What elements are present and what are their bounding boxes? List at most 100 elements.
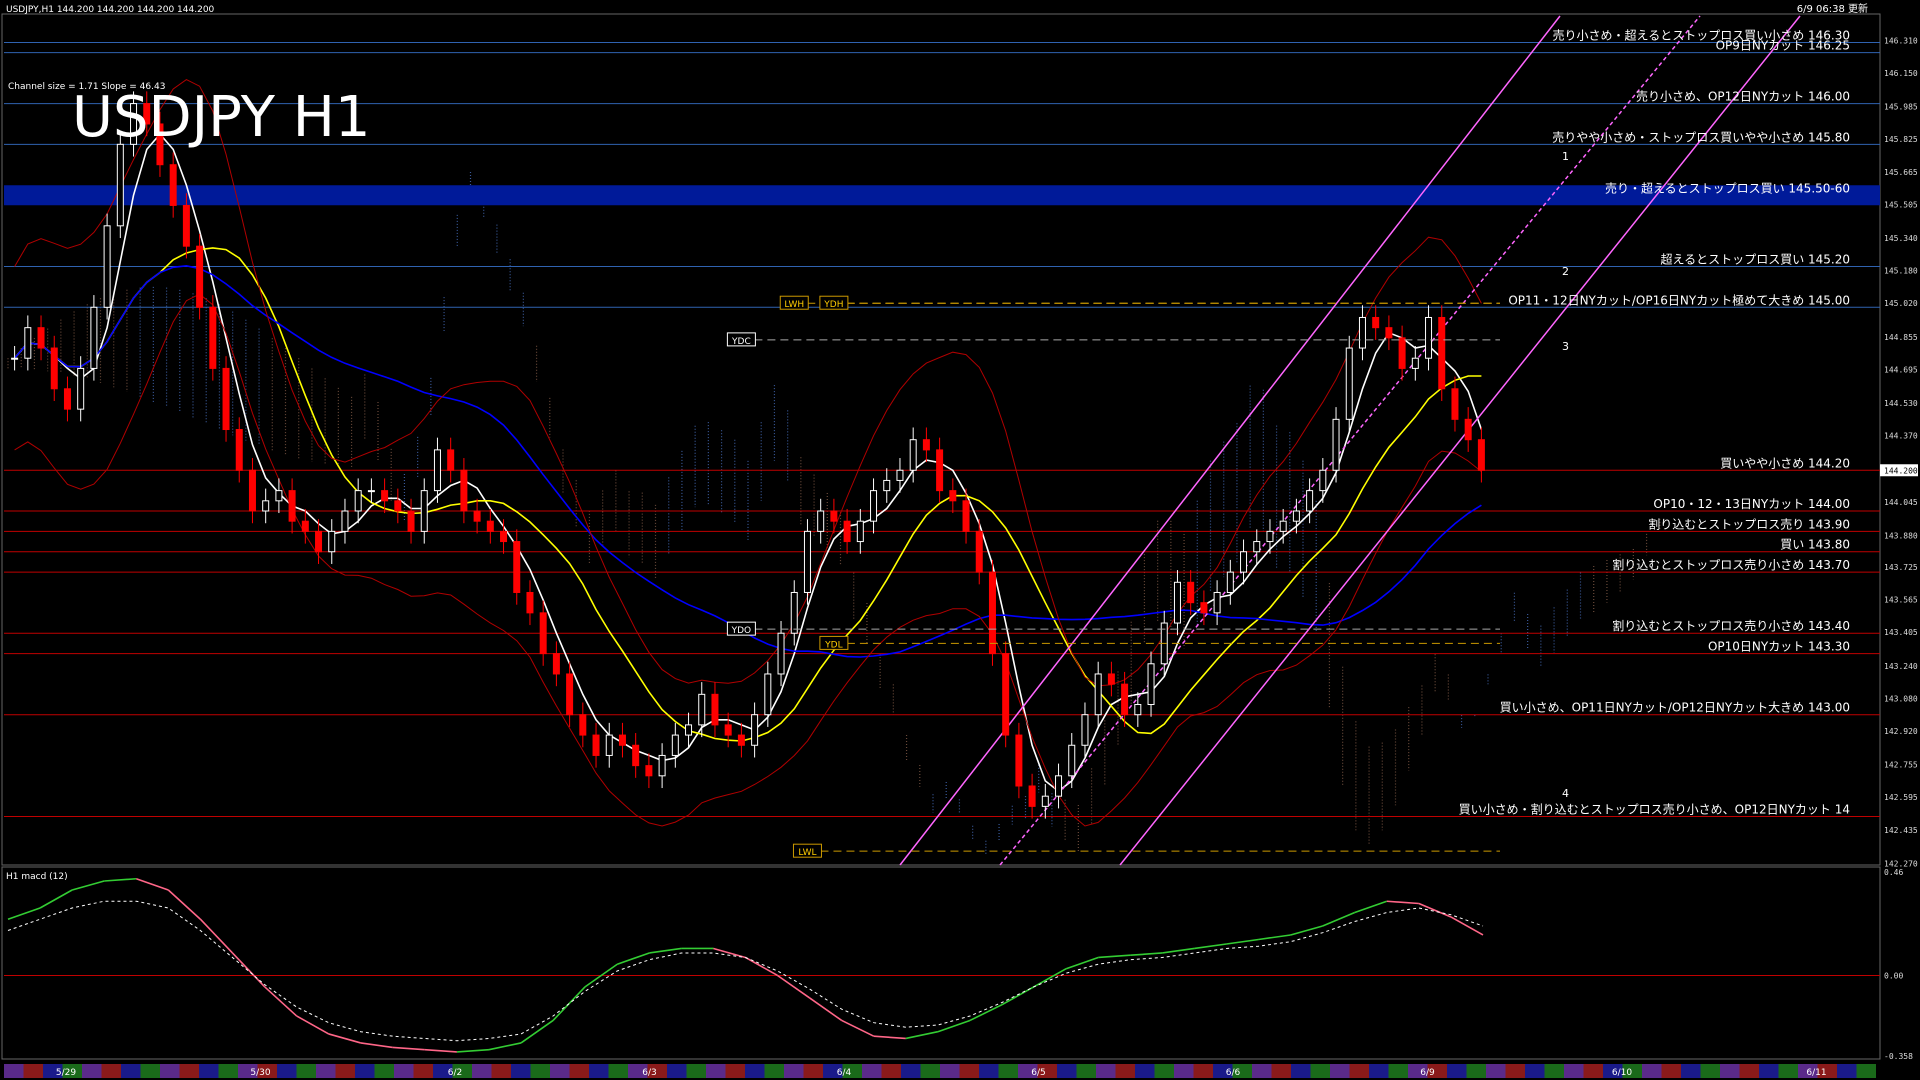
time-segment	[199, 1064, 219, 1078]
time-segment	[1681, 1064, 1701, 1078]
time-segment	[530, 1064, 550, 1078]
marker-label: YDL	[824, 640, 842, 650]
candle-body	[870, 490, 878, 522]
time-segment	[1096, 1064, 1116, 1078]
candle-body	[552, 653, 560, 675]
candle-body	[1398, 337, 1406, 369]
candle-body	[24, 327, 32, 359]
time-segment	[1739, 1064, 1759, 1078]
candle-body	[407, 510, 415, 532]
time-segment	[803, 1064, 823, 1078]
time-segment	[686, 1064, 706, 1078]
y-tick-label: 144.695	[1884, 365, 1918, 374]
x-tick-label: 5/29	[56, 1068, 76, 1078]
candle-body	[671, 734, 679, 756]
time-segment	[1642, 1064, 1662, 1078]
y-tick-label: 145.825	[1884, 135, 1918, 144]
time-segment	[218, 1064, 238, 1078]
candle-body	[1015, 734, 1023, 787]
candle-body	[235, 429, 243, 471]
y-tick-label: 146.310	[1884, 36, 1918, 45]
marker-label: YDC	[731, 337, 751, 347]
marker-label: YDH	[823, 300, 843, 310]
macd-y-tick: -0.358	[1884, 1052, 1913, 1061]
candle-body	[632, 744, 640, 767]
candle-body	[1173, 581, 1181, 624]
candle-body	[1028, 785, 1036, 807]
level-label: 割り込むとストップロス売り 143.90	[1648, 516, 1850, 531]
macd-y-tick: 0.00	[1884, 971, 1903, 980]
time-segment	[1369, 1064, 1389, 1078]
candle-body	[883, 479, 891, 492]
level-label: 買い小さめ・割り込むとストップロス売り小さめ、OP12日NYカット 14	[1459, 802, 1850, 817]
time-segment	[1252, 1064, 1272, 1078]
candle-body	[1187, 581, 1195, 604]
time-segment	[1466, 1064, 1486, 1078]
time-segment	[1271, 1064, 1291, 1078]
time-segment	[160, 1064, 180, 1078]
candle-body	[447, 449, 455, 471]
time-segment	[1720, 1064, 1740, 1078]
candle-body	[262, 500, 270, 512]
time-segment	[764, 1064, 784, 1078]
candle-body	[222, 367, 230, 431]
candle-body	[1121, 683, 1129, 716]
time-axis[interactable]: 5/29 5/30 6/2 6/3 6/4 6/5 6/6 6/9 6/10 6/11	[4, 1064, 1876, 1078]
candle-body	[77, 367, 85, 410]
time-segment	[550, 1064, 570, 1078]
time-segment	[374, 1064, 394, 1078]
wave-label: 3	[1562, 340, 1569, 353]
candle-body	[103, 225, 111, 308]
marker-label: YDO	[731, 626, 752, 636]
candle-body	[737, 734, 745, 746]
marker-label: LWL	[798, 848, 816, 858]
time-segment	[1349, 1064, 1369, 1078]
candle-body	[1292, 510, 1300, 522]
time-segment	[1310, 1064, 1330, 1078]
candle-body	[169, 164, 177, 206]
candle-body	[539, 612, 547, 655]
time-segment	[140, 1064, 160, 1078]
candle-body	[1372, 316, 1380, 329]
y-tick-label: 144.045	[1884, 498, 1918, 507]
time-segment	[82, 1064, 102, 1078]
candle-body	[90, 306, 98, 369]
y-tick-label: 143.405	[1884, 628, 1918, 637]
candle-body	[1253, 541, 1261, 553]
time-segment	[1135, 1064, 1155, 1078]
time-segment	[1486, 1064, 1506, 1078]
time-segment	[667, 1064, 687, 1078]
y-tick-label: 145.180	[1884, 267, 1918, 276]
candle-body	[1041, 795, 1049, 807]
y-tick-label: 146.150	[1884, 69, 1918, 78]
candle-body	[526, 591, 534, 614]
candle-body	[922, 439, 930, 451]
y-tick-label: 142.595	[1884, 793, 1918, 802]
candle-body	[1240, 551, 1248, 573]
candle-body	[1477, 439, 1485, 471]
time-segment	[569, 1064, 589, 1078]
y-tick-label: 142.435	[1884, 826, 1918, 835]
candle-body	[790, 591, 798, 634]
candle-body	[618, 734, 626, 746]
level-label: 売りやや小さめ・ストップロス買いやや小さめ 145.80	[1552, 129, 1850, 144]
time-segment	[1505, 1064, 1525, 1078]
y-tick-label: 145.665	[1884, 168, 1918, 177]
level-label: 売り・超えるとストップロス買い 145.50-60	[1605, 180, 1850, 195]
candle-body	[1425, 316, 1433, 359]
candle-body	[275, 490, 283, 502]
candle-body	[394, 500, 402, 512]
candle-body	[1411, 357, 1419, 369]
time-segment	[589, 1064, 609, 1078]
time-segment	[121, 1064, 141, 1078]
candle-body	[949, 490, 957, 502]
time-segment	[1759, 1064, 1779, 1078]
candle-body	[1055, 775, 1063, 797]
time-segment	[1291, 1064, 1311, 1078]
candle-body	[909, 439, 917, 471]
candle-body	[1266, 530, 1274, 543]
time-segment	[355, 1064, 375, 1078]
time-segment	[413, 1064, 433, 1078]
candle-body	[645, 765, 653, 777]
level-label: OP9日NYカット 146.25	[1716, 39, 1850, 53]
